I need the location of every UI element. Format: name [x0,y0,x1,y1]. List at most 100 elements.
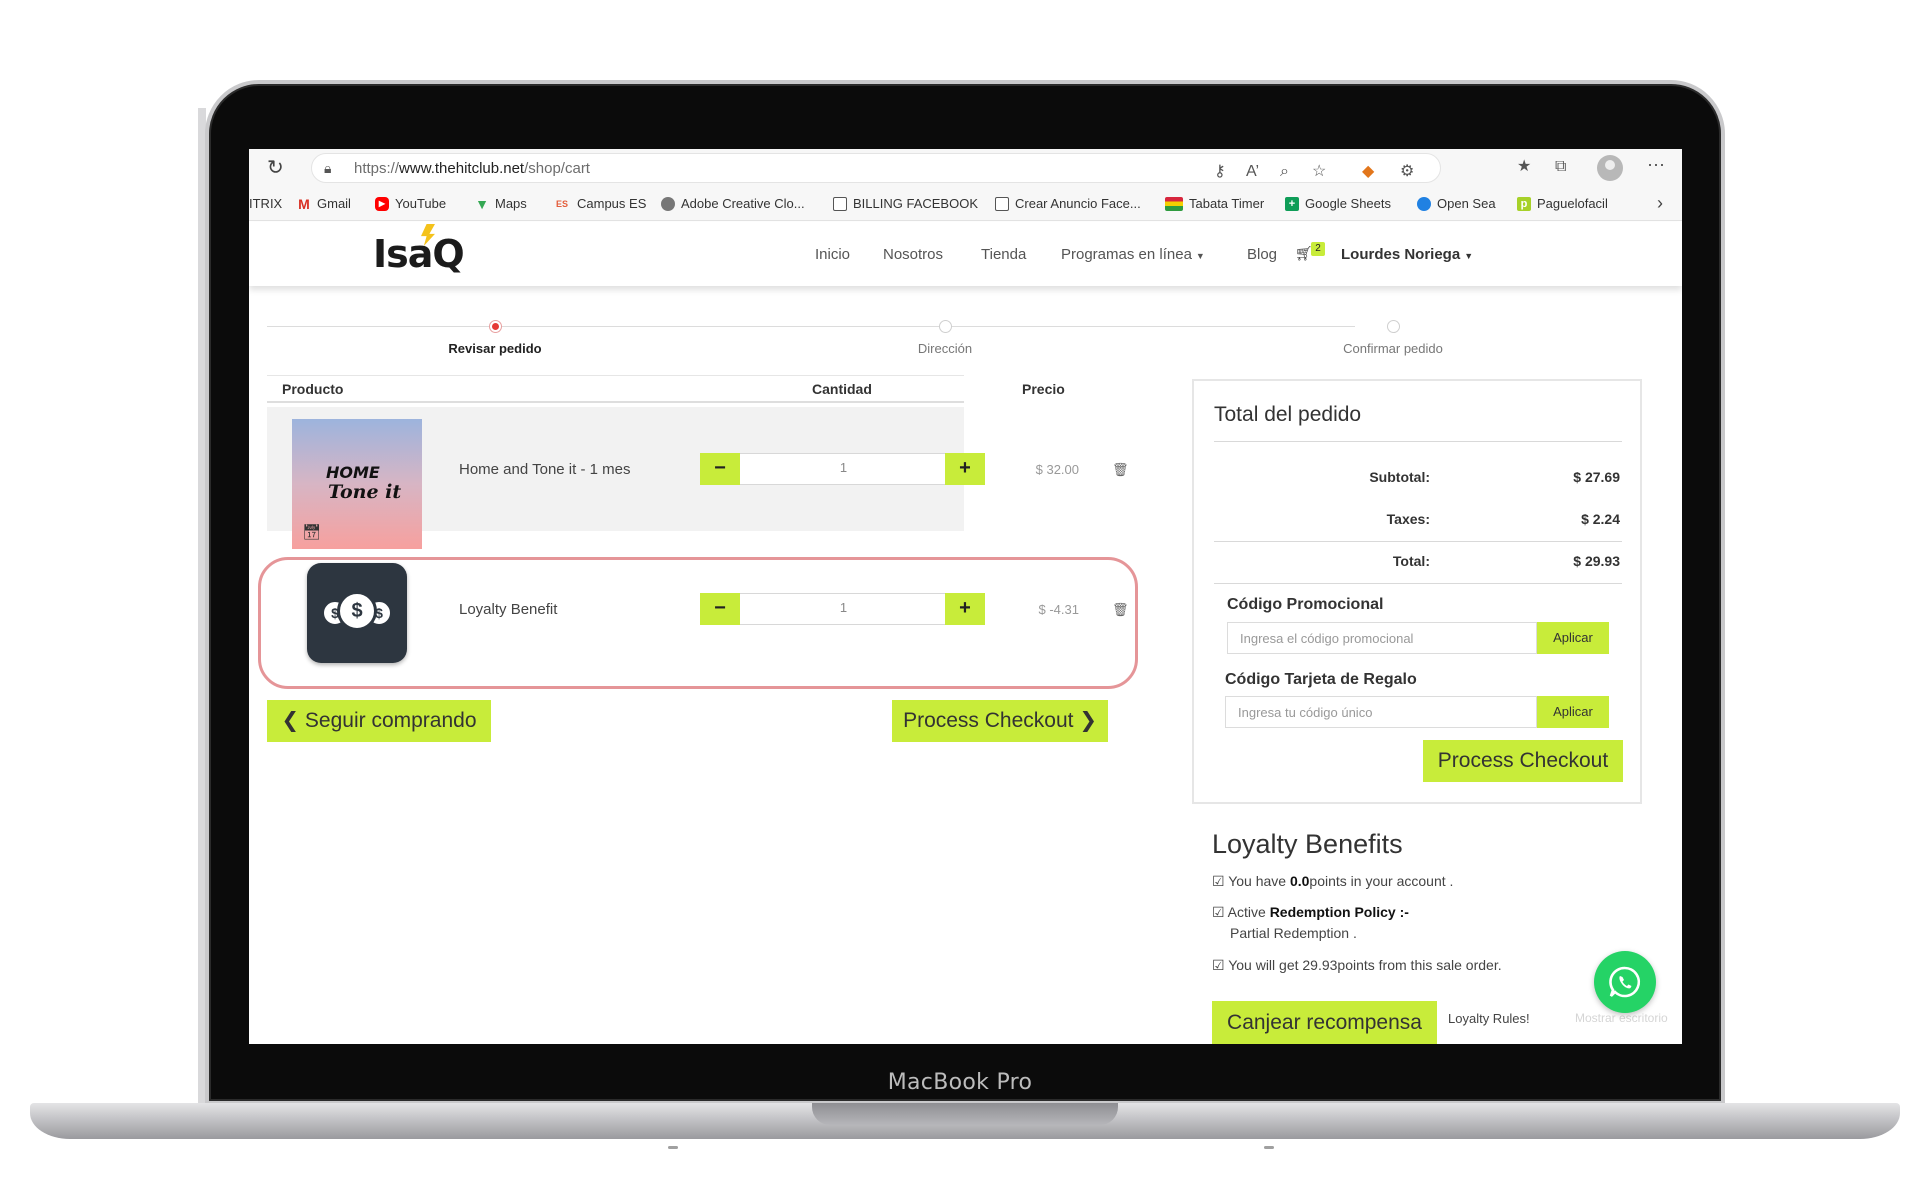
product-price: $ 32.00 [1035,462,1079,477]
bookmark-item[interactable]: ▶ YouTube [375,196,446,211]
loyalty-rules-link[interactable]: Loyalty Rules! [1448,1011,1530,1026]
step-dot-address [939,320,952,333]
nav-blog[interactable]: Blog [1247,246,1277,263]
bookmark-item[interactable]: ▼ Maps [475,196,527,211]
product-image-subtitle: Tone it [328,481,402,503]
zoom-icon[interactable]: ⌕ [1280,162,1289,182]
bookmark-item[interactable]: M Gmail [297,196,351,211]
loyalty-earn-line: ☑ You will get 29.93points from this sal… [1212,957,1502,973]
apply-promo-button[interactable]: Aplicar [1537,622,1609,654]
subtotal-label: Subtotal: [1369,469,1430,485]
extensions-icon[interactable]: ⚙ [1400,162,1414,182]
favorites-icon[interactable]: ★ [1517,157,1531,177]
step-review: Revisar pedido [448,341,542,356]
header-product: Producto [282,381,344,397]
laptop-foot [1264,1146,1274,1149]
header-quantity: Cantidad [812,381,872,397]
nav-inicio[interactable]: Inicio [815,246,850,263]
loyalty-title: Loyalty Benefits [1212,829,1403,859]
opensea-icon [1417,196,1431,211]
laptop-model-label: MacBook Pro [887,1070,1033,1095]
bookmark-item[interactable]: ITRIX [249,196,282,211]
caret-down-icon: ▼ [1195,251,1205,261]
steps-progress-line [267,326,1355,327]
maps-icon: ▼ [475,195,489,212]
bookmark-item[interactable]: Adobe Creative Clo... [661,196,805,211]
checkbox-icon: ☑ [1212,904,1228,920]
bookmark-item[interactable]: BILLING FACEBOOK [833,196,978,211]
key-icon[interactable]: ⚷ [1214,162,1226,182]
apply-gift-button[interactable]: Aplicar [1537,696,1609,728]
increase-button[interactable]: + [945,453,985,485]
product-name[interactable]: Home and Tone it - 1 mes [459,461,630,478]
bookmarks-bar: ITRIX M Gmail ▶ YouTube ▼ Maps ES Campus ES … [249,187,1682,221]
step-dot-confirm [1387,320,1400,333]
header-price: Precio [1022,381,1065,397]
nav-programas[interactable]: Programas en línea ▼ [1061,246,1205,263]
url-text[interactable]: https://www.thehitclub.net/shop/cart [354,160,590,177]
checkbox-icon: ☑ [1212,873,1229,889]
metamask-icon[interactable]: ◆ [1362,162,1374,182]
loyalty-policy-line: ☑ Active Redemption Policy :- [1212,904,1409,920]
whatsapp-button[interactable] [1594,951,1656,1013]
page-icon [833,196,847,211]
bookmark-item[interactable]: ES Campus ES [553,196,646,211]
user-menu[interactable]: Lourdes Noriega ▼ [1341,246,1473,263]
chevron-right-icon[interactable]: › [1657,193,1663,214]
read-aloud-icon[interactable]: A’ [1246,162,1259,182]
chevron-left-icon: ❮ [281,709,305,732]
gmail-icon: M [298,195,310,212]
bookmark-item[interactable]: Crear Anuncio Face... [995,196,1141,211]
reload-icon[interactable]: ↻ [267,157,289,179]
cart-row: HOME Tone it 📅︎ Home and Tone it - 1 mes… [267,407,1129,549]
gift-card-title: Código Tarjeta de Regalo [1225,671,1417,688]
taxes-label: Taxes: [1386,511,1430,527]
nav-nosotros[interactable]: Nosotros [883,246,943,263]
bookmark-item[interactable]: Open Sea [1417,196,1496,211]
trash-icon[interactable]: 🗑︎ [1112,462,1129,478]
flag-icon [1165,196,1183,211]
step-confirm: Confirmar pedido [1343,341,1443,356]
taxes-value: $ 2.24 [1581,511,1620,527]
checkbox-icon: ☑ [1212,957,1229,973]
sheets-icon: + [1285,196,1299,211]
process-checkout-button[interactable]: Process Checkout ❯ [892,700,1108,742]
laptop-notch [812,1103,1118,1125]
product-image-title: HOME [326,463,380,482]
divider [1214,541,1622,542]
loyalty-points-line: ☑ You have 0.0points in your account . [1212,873,1454,889]
browser-address-row: ↻ 🔒︎ https://www.thehitclub.net/shop/car… [249,149,1682,187]
total-label: Total: [1392,553,1430,569]
summary-checkout-button[interactable]: Process Checkout [1423,740,1623,782]
address-bar[interactable]: 🔒︎ https://www.thehitclub.net/shop/cart … [311,153,1441,183]
favorite-star-icon[interactable]: ☆ [1312,162,1326,182]
adobe-icon [661,196,675,211]
continue-shopping-button[interactable]: ❮ Seguir comprando [267,700,491,742]
profile-avatar[interactable] [1597,155,1623,181]
gift-card-input[interactable]: Ingresa tu código único [1225,696,1537,728]
collections-icon[interactable]: ⧉ [1555,157,1566,177]
screen: ↻ 🔒︎ https://www.thehitclub.net/shop/car… [249,149,1682,1044]
chevron-right-icon: ❯ [1073,709,1097,732]
redeem-reward-button[interactable]: Canjear recompensa [1212,1001,1437,1044]
calendar-icon: 📅︎ [302,524,322,541]
paguelofacil-icon: p [1517,196,1531,211]
decrease-button[interactable]: − [700,453,740,485]
divider [1214,583,1622,584]
quantity-stepper: − 1 + [700,453,985,485]
youtube-icon: ▶ [375,196,389,211]
site-logo[interactable]: IsaQ [373,232,465,276]
promo-code-input[interactable]: Ingresa el código promocional [1227,622,1537,654]
bookmark-item[interactable]: Tabata Timer [1165,196,1264,211]
laptop-foot [668,1146,678,1149]
cart-count-badge: 2 [1311,242,1325,256]
bookmark-item[interactable]: + Google Sheets [1285,196,1391,211]
bookmark-item[interactable]: p Paguelofacil [1517,196,1608,211]
nav-tienda[interactable]: Tienda [981,246,1026,263]
campus-icon: ES [555,198,568,209]
subtotal-value: $ 27.69 [1573,469,1620,485]
product-image[interactable]: HOME Tone it 📅︎ [292,419,422,549]
site-header: IsaQ Inicio Nosotros Tienda Programas en… [249,222,1682,286]
quantity-input[interactable]: 1 [741,460,946,475]
more-icon[interactable]: ⋯ [1647,155,1665,175]
